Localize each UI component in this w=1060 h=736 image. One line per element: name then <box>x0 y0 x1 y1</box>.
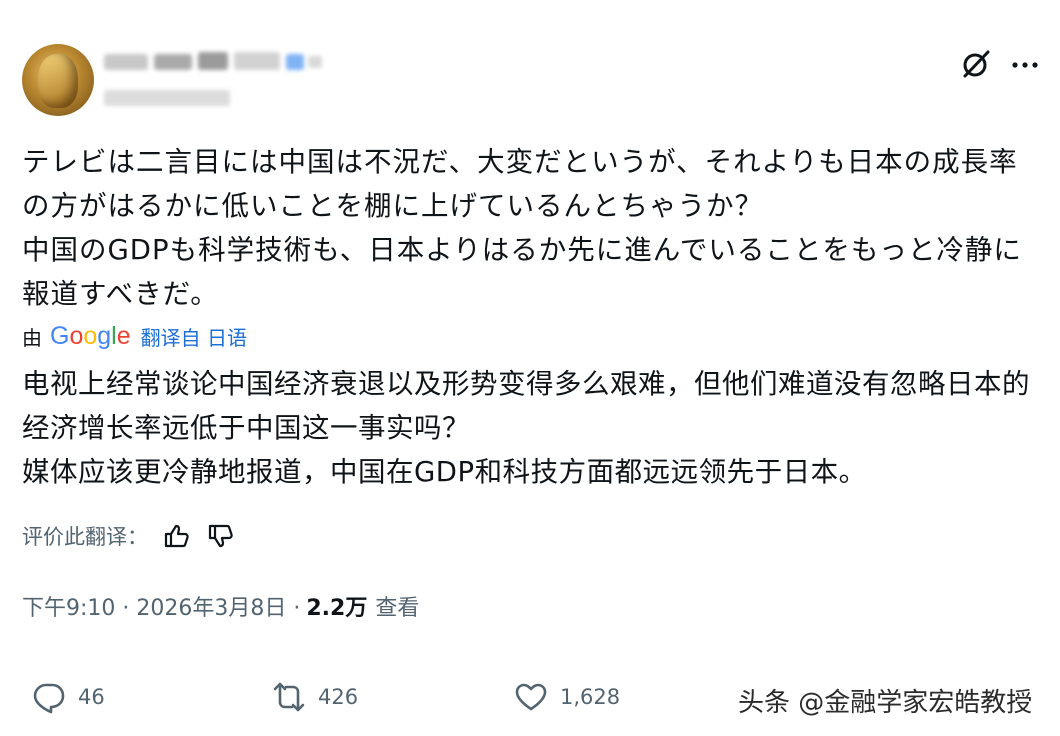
like-icon <box>515 683 547 711</box>
repost-button[interactable]: 426 <box>272 680 358 714</box>
reply-count: 46 <box>78 685 105 709</box>
views-label: 查看 <box>375 596 420 621</box>
repost-count: 426 <box>318 685 359 709</box>
rate-translation: 评价此翻译： <box>22 516 236 556</box>
rate-translation-label: 评价此翻译： <box>22 525 148 549</box>
reply-icon <box>33 683 65 714</box>
watermark: 头条 @金融学家宏皓教授 <box>738 688 1033 718</box>
thumbs-down-icon[interactable] <box>206 521 236 551</box>
user-handle-blurred[interactable] <box>104 90 230 106</box>
post-original-text: テレビは二言目には中国は不況だ、大変だというが、それよりも日本の成長率の方がはる… <box>22 146 1022 310</box>
display-name-blurred[interactable] <box>234 52 280 70</box>
like-count: 1,628 <box>560 685 621 709</box>
post-translated-text: 电视上经常谈论中国经济衰退以及形势变得多么艰难，但他们难道没有忽略日本的经济增长… <box>22 368 1030 488</box>
display-name-blurred <box>308 56 322 68</box>
views-count: 2.2万 <box>306 596 368 621</box>
grok-icon[interactable] <box>960 48 992 80</box>
like-button[interactable]: 1,628 <box>514 680 620 714</box>
google-logo: Google <box>50 321 131 350</box>
display-name-blurred[interactable] <box>198 52 228 70</box>
verified-badge-blurred <box>286 54 304 70</box>
thumbs-up-icon[interactable] <box>162 521 192 551</box>
display-name-blurred[interactable] <box>154 54 192 70</box>
avatar[interactable] <box>22 44 94 116</box>
translated-from-link[interactable]: 翻译自 日语 <box>141 322 247 351</box>
avatar-face <box>38 54 78 108</box>
translation-attribution: 由 Google 翻译自 日语 <box>22 318 247 354</box>
display-name-blurred[interactable] <box>104 54 148 70</box>
repost-icon <box>273 682 305 712</box>
more-icon[interactable] <box>1008 54 1042 76</box>
translated-by-prefix: 由 <box>22 325 42 350</box>
post-meta: 下午9:10 · 2026年3月8日 · 2.2万 查看 <box>22 586 419 626</box>
reply-button[interactable]: 46 <box>32 680 105 714</box>
timestamp[interactable]: 下午9:10 · 2026年3月8日 · <box>22 590 300 622</box>
